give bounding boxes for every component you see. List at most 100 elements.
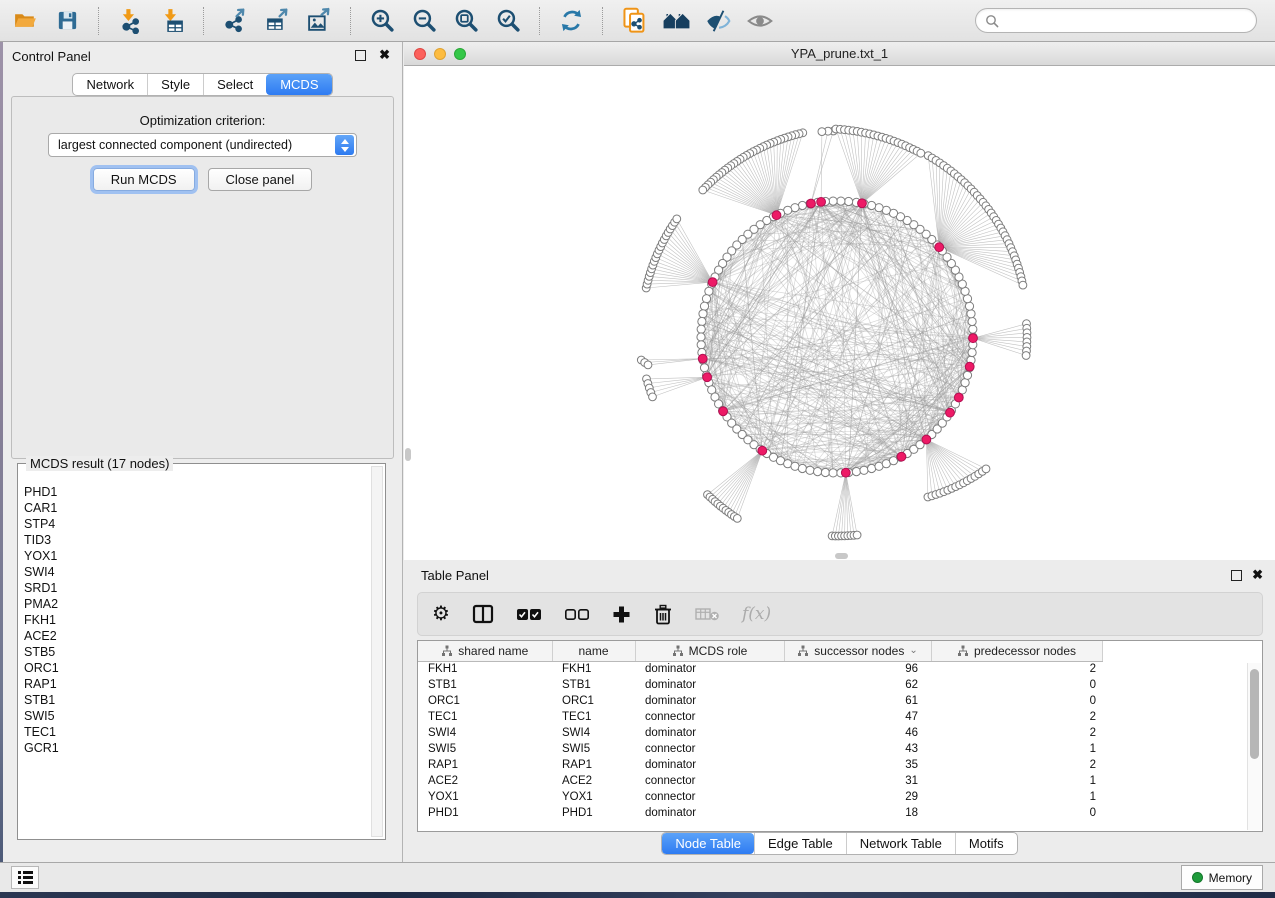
zoom-fit-icon[interactable]	[451, 6, 481, 36]
network-node[interactable]	[814, 468, 822, 476]
network-node[interactable]	[969, 325, 977, 333]
mcds-node[interactable]	[841, 468, 850, 477]
mcds-node[interactable]	[935, 243, 944, 252]
mcds-result-item[interactable]: STB1	[24, 692, 367, 708]
tab-network[interactable]: Network	[73, 74, 147, 95]
mcds-node[interactable]	[708, 278, 717, 287]
criterion-dropdown[interactable]: largest connected component (undirected)	[48, 133, 357, 157]
table-row[interactable]: ORC1ORC1dominator610	[418, 693, 1102, 709]
mcds-node[interactable]	[954, 393, 963, 402]
network-node[interactable]	[917, 149, 925, 157]
network-node[interactable]	[698, 317, 706, 325]
split-view-icon[interactable]	[472, 601, 494, 627]
network-node[interactable]	[821, 468, 829, 476]
network-node[interactable]	[1022, 352, 1030, 360]
network-node[interactable]	[1019, 281, 1027, 289]
table-row[interactable]: SWI4SWI4dominator462	[418, 725, 1102, 741]
network-node[interactable]	[697, 333, 705, 341]
mcds-result-item[interactable]: SWI5	[24, 708, 367, 724]
mcds-node[interactable]	[772, 211, 781, 220]
network-node[interactable]	[700, 364, 708, 372]
zoom-out-icon[interactable]	[409, 6, 439, 36]
refresh-icon[interactable]	[556, 6, 586, 36]
network-canvas[interactable]	[404, 66, 1275, 560]
mcds-result-item[interactable]: FKH1	[24, 612, 367, 628]
float-panel-icon[interactable]	[355, 50, 366, 61]
mcds-node[interactable]	[807, 199, 816, 208]
mcds-result-scrollbar[interactable]	[371, 466, 383, 837]
zoom-in-icon[interactable]	[367, 6, 397, 36]
mcds-result-item[interactable]: TID3	[24, 532, 367, 548]
table-settings-icon[interactable]: ⚙	[432, 601, 450, 627]
network-node[interactable]	[818, 128, 826, 136]
delete-column-icon[interactable]	[653, 601, 673, 627]
show-graphics-details-icon[interactable]	[745, 6, 775, 36]
mcds-node[interactable]	[897, 452, 906, 461]
mcds-node[interactable]	[858, 199, 867, 208]
mcds-node[interactable]	[719, 407, 728, 416]
table-scroll-thumb[interactable]	[1250, 669, 1259, 759]
network-node[interactable]	[673, 215, 681, 223]
close-panel-icon[interactable]: ✖	[379, 47, 390, 63]
export-image-icon[interactable]	[304, 6, 334, 36]
mcds-result-item[interactable]: ORC1	[24, 660, 367, 676]
mcds-result-item[interactable]: PMA2	[24, 596, 367, 612]
network-node[interactable]	[982, 465, 990, 473]
network-node[interactable]	[968, 348, 976, 356]
deselect-all-icon[interactable]	[564, 601, 590, 627]
close-panel-button[interactable]: Close panel	[208, 168, 313, 191]
col-successor-nodes[interactable]: successor nodes ⌄	[784, 641, 931, 661]
export-network-icon[interactable]	[220, 6, 250, 36]
tab-select[interactable]: Select	[203, 74, 266, 95]
network-node[interactable]	[968, 317, 976, 325]
mcds-result-item[interactable]: ACE2	[24, 628, 367, 644]
run-mcds-button[interactable]: Run MCDS	[93, 168, 195, 191]
memory-button[interactable]: Memory	[1181, 865, 1263, 890]
zoom-selected-icon[interactable]	[493, 6, 523, 36]
network-node[interactable]	[829, 469, 837, 477]
table-row[interactable]: PHD1PHD1dominator180	[418, 805, 1102, 821]
tab-network-table[interactable]: Network Table	[846, 833, 955, 854]
network-node[interactable]	[649, 393, 657, 401]
mcds-node[interactable]	[703, 373, 712, 382]
network-node[interactable]	[845, 197, 853, 205]
network-node[interactable]	[806, 466, 814, 474]
network-node[interactable]	[829, 197, 837, 205]
col-name[interactable]: name	[552, 641, 635, 661]
mcds-result-item[interactable]: STP4	[24, 516, 367, 532]
table-row[interactable]: ACE2ACE2connector311	[418, 773, 1102, 789]
hide-graphics-details-icon[interactable]	[703, 6, 733, 36]
mcds-node[interactable]	[946, 408, 955, 417]
mcds-result-item[interactable]: SWI4	[24, 564, 367, 580]
mcds-result-item[interactable]: SRD1	[24, 580, 367, 596]
table-row[interactable]: STB1STB1dominator620	[418, 677, 1102, 693]
copy-network-icon[interactable]	[619, 6, 649, 36]
table-row[interactable]: RAP1RAP1dominator352	[418, 757, 1102, 773]
tab-style[interactable]: Style	[147, 74, 203, 95]
network-node[interactable]	[697, 341, 705, 349]
col-mcds-role[interactable]: MCDS role	[635, 641, 784, 661]
table-row[interactable]: TEC1TEC1connector472	[418, 709, 1102, 725]
houses-icon[interactable]	[661, 6, 691, 36]
network-node[interactable]	[644, 361, 652, 369]
network-node[interactable]	[965, 302, 973, 310]
tab-motifs[interactable]: Motifs	[955, 833, 1017, 854]
add-column-icon[interactable]	[612, 601, 631, 627]
network-node[interactable]	[697, 325, 705, 333]
mcds-node[interactable]	[817, 198, 826, 207]
tab-mcds[interactable]: MCDS	[266, 74, 331, 95]
network-hscroll-thumb[interactable]	[835, 553, 848, 559]
network-node[interactable]	[852, 468, 860, 476]
export-table-icon[interactable]	[262, 6, 292, 36]
float-table-panel-icon[interactable]	[1231, 570, 1242, 581]
network-node[interactable]	[702, 295, 710, 303]
select-all-icon[interactable]	[516, 601, 542, 627]
mcds-result-item[interactable]: GCR1	[24, 740, 367, 756]
table-scrollbar[interactable]	[1247, 663, 1261, 830]
network-node[interactable]	[699, 310, 707, 318]
import-network-icon[interactable]	[115, 6, 145, 36]
table-row[interactable]: FKH1FKH1dominator962	[418, 661, 1102, 677]
table-row[interactable]: YOX1YOX1connector291	[418, 789, 1102, 805]
mcds-node[interactable]	[969, 334, 978, 343]
mcds-result-item[interactable]: YOX1	[24, 548, 367, 564]
